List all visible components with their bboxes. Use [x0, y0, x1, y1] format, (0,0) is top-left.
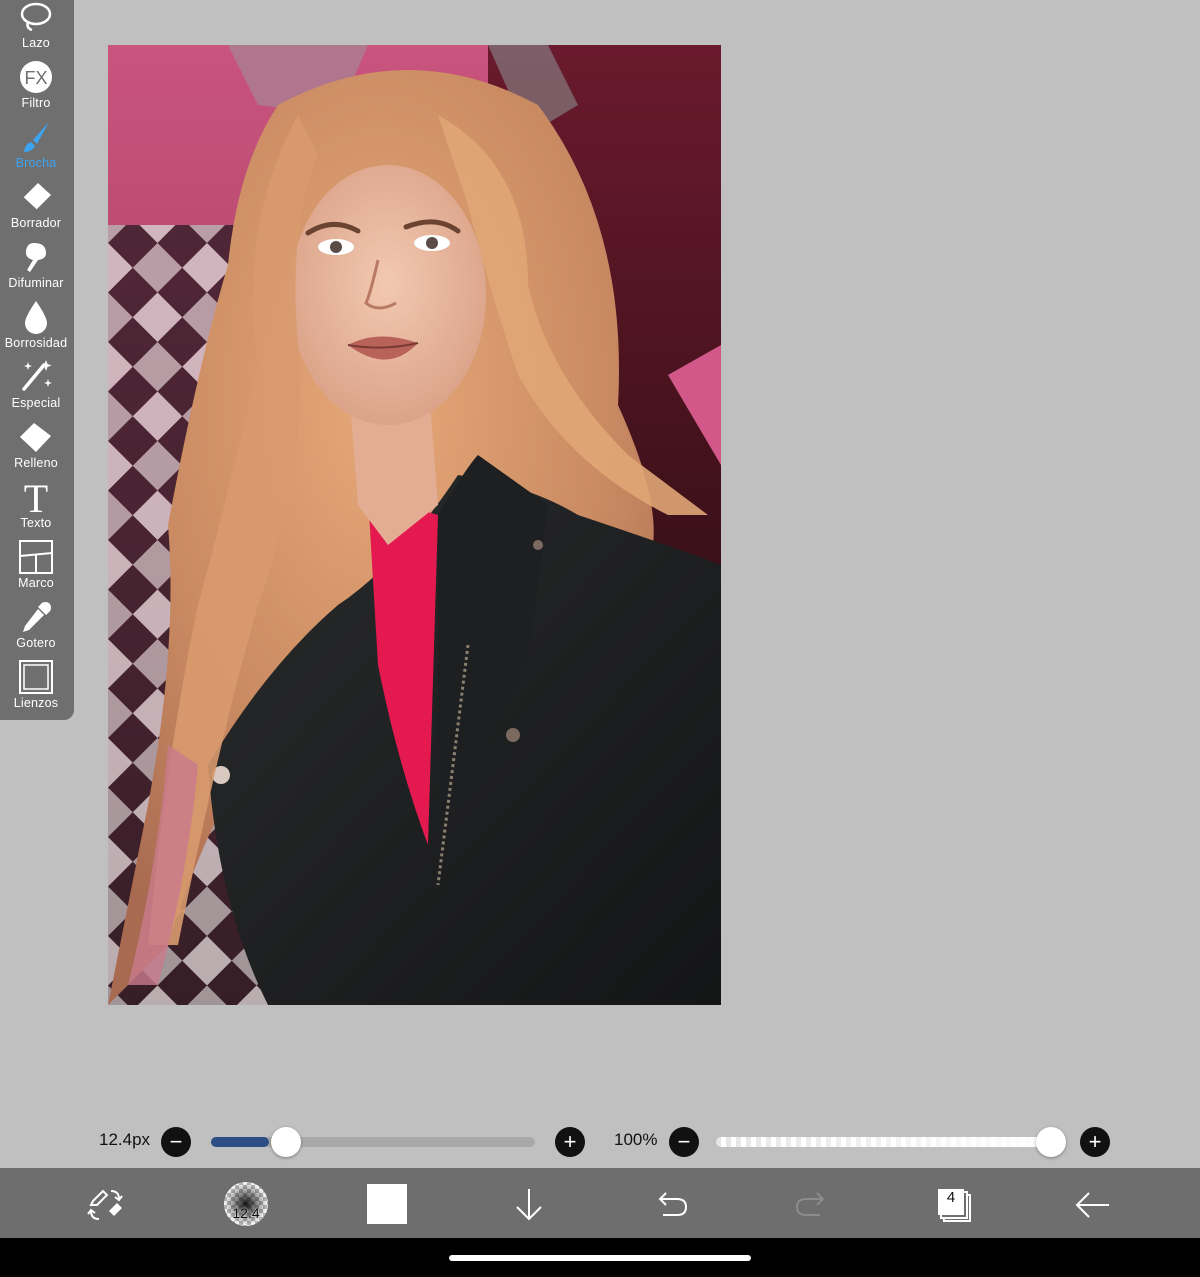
brush-size-value: 12.4px [99, 1130, 151, 1149]
fill-bucket-icon [16, 419, 56, 455]
bottom-toolbar: 12.4 4 [0, 1168, 1200, 1238]
tool-especial[interactable]: Especial [0, 350, 72, 410]
opacity-increase-button[interactable]: + [1080, 1127, 1110, 1157]
undo-icon [658, 1192, 688, 1216]
tool-difuminar[interactable]: Difuminar [0, 230, 72, 290]
layers-button[interactable]: 4 [932, 1183, 976, 1227]
system-home-area [0, 1238, 1200, 1277]
tool-palette: Lazo FX Filtro Brocha Borrador Difuminar… [0, 0, 74, 720]
color-swatch[interactable] [366, 1183, 408, 1225]
brush-size-decrease-button[interactable]: − [161, 1127, 191, 1157]
undo-button[interactable] [649, 1183, 693, 1227]
brush-size-fill [211, 1137, 270, 1147]
back-arrow-icon [1075, 1192, 1109, 1218]
opacity-value: 100% [614, 1130, 658, 1149]
frame-icon [16, 539, 56, 575]
tool-filtro[interactable]: FX Filtro [0, 50, 72, 110]
redo-button[interactable] [790, 1183, 834, 1227]
plus-icon: + [563, 1129, 577, 1154]
text-icon: T [16, 478, 56, 516]
svg-text:T: T [24, 478, 48, 516]
eraser-icon [16, 179, 56, 215]
tool-label: Lazo [22, 36, 50, 50]
tool-label: Texto [20, 516, 52, 530]
tool-texto[interactable]: T Texto [0, 470, 72, 530]
tool-gotero[interactable]: Gotero [0, 590, 72, 650]
back-button[interactable] [1071, 1183, 1115, 1227]
tool-label: Borrador [10, 216, 62, 230]
brush-preview-button[interactable]: 12.4 [223, 1181, 269, 1227]
arrow-down-icon [516, 1189, 542, 1221]
redo-icon [795, 1192, 825, 1216]
svg-text:FX: FX [24, 68, 47, 88]
tool-label: Especial [11, 396, 61, 410]
opacity-knob[interactable] [1036, 1127, 1066, 1157]
brush-icon [16, 119, 56, 155]
tool-swap-button[interactable] [83, 1183, 127, 1227]
opacity-decrease-button[interactable]: − [669, 1127, 699, 1157]
tool-marco[interactable]: Marco [0, 530, 72, 590]
eyedropper-icon [16, 599, 56, 635]
lasso-icon [16, 0, 56, 35]
tool-brocha[interactable]: Brocha [0, 110, 72, 170]
brush-size-increase-button[interactable]: + [555, 1127, 585, 1157]
tool-relleno[interactable]: Relleno [0, 410, 72, 470]
minus-icon: − [169, 1129, 183, 1154]
tool-label: Relleno [14, 456, 58, 470]
primary-color [367, 1184, 407, 1224]
tool-label: Gotero [16, 636, 56, 650]
tool-label: Brocha [15, 156, 57, 170]
save-down-button[interactable] [507, 1183, 551, 1227]
tool-label: Difuminar [8, 276, 64, 290]
layers-count: 4 [946, 1189, 956, 1206]
brush-preview-size: 12.4 [232, 1205, 260, 1221]
tool-label: Borrosidad [4, 336, 68, 350]
plus-icon: + [1088, 1129, 1102, 1154]
tool-lazo[interactable]: Lazo [0, 0, 72, 50]
smudge-icon [16, 239, 56, 275]
tool-label: Marco [18, 576, 54, 590]
tool-label: Lienzos [13, 696, 59, 710]
fx-filter-icon: FX [16, 59, 56, 95]
tool-borrosidad[interactable]: Borrosidad [0, 290, 72, 350]
canvas-icon [16, 659, 56, 695]
opacity-slider[interactable] [716, 1137, 1066, 1147]
home-indicator[interactable] [449, 1255, 751, 1261]
minus-icon: − [677, 1129, 691, 1154]
canvas-image[interactable] [108, 45, 721, 1005]
tool-swap-icon [87, 1189, 123, 1220]
blur-drop-icon [16, 299, 56, 335]
magic-wand-icon [16, 359, 56, 395]
slider-row: 12.4px − + 100% − + [0, 1120, 1200, 1164]
tool-label: Filtro [21, 96, 51, 110]
brush-size-slider[interactable] [211, 1137, 535, 1147]
tool-borrador[interactable]: Borrador [0, 170, 72, 230]
tool-lienzos[interactable]: Lienzos [0, 650, 72, 710]
opacity-gradient [716, 1137, 1066, 1147]
brush-size-knob[interactable] [271, 1127, 302, 1157]
